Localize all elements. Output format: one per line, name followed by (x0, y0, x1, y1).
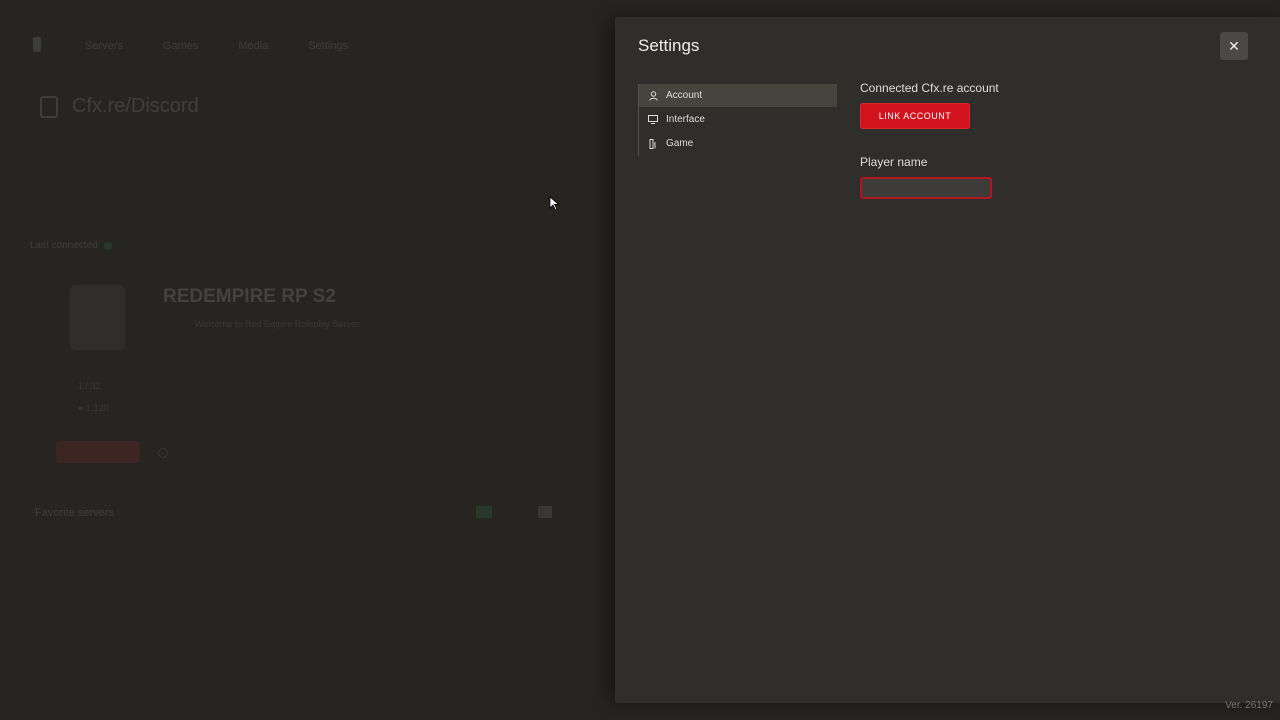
close-button[interactable]: ✕ (1220, 32, 1248, 60)
server-stats: 1 / 32 ● 1,120 (78, 375, 108, 419)
nav-games: Games (162, 40, 199, 52)
hero-title: Cfx.re/Discord (72, 95, 199, 117)
server-description: Welcome to Red Empire Roleplay Server (195, 319, 359, 329)
linked-account-label: Connected Cfx.re account (860, 81, 999, 95)
player-name-label: Player name (860, 155, 928, 169)
connect-button (56, 441, 140, 463)
account-settings: Connected Cfx.re account LINK ACCOUNT Pl… (860, 81, 999, 199)
user-icon (648, 90, 658, 101)
top-nav: Servers Games Media Settings (85, 40, 348, 52)
nav-media: Media (238, 40, 269, 52)
link-account-button[interactable]: LINK ACCOUNT (860, 103, 970, 129)
nav-settings: Settings (308, 40, 349, 52)
menu-label-account: Account (666, 90, 703, 101)
upvote-count: ● 1,120 (78, 403, 109, 413)
server-name: REDEMPIRE RP S2 (163, 286, 336, 307)
menu-label-game: Game (666, 138, 694, 149)
mouse-cursor-icon (549, 196, 560, 211)
status-dot-icon (103, 241, 112, 250)
settings-menu: Account Interface Game (638, 84, 837, 156)
close-icon: ✕ (1228, 37, 1240, 54)
app-logo (33, 37, 41, 52)
list-header: Favorite servers (35, 507, 114, 519)
settings-title: Settings (638, 36, 700, 55)
settings-panel: Settings ✕ Account Interface Game Connec… (615, 17, 1280, 703)
player-count: 1 / 32 (78, 381, 101, 391)
server-avatar (70, 285, 125, 350)
version-label: Ver. 26197 (1225, 700, 1273, 711)
menu-item-game[interactable]: Game (639, 132, 837, 155)
game-icon (648, 138, 658, 149)
menu-label-interface: Interface (666, 114, 705, 125)
nav-servers: Servers (85, 40, 123, 52)
menu-item-interface[interactable]: Interface (639, 108, 837, 131)
section-label: Last connected (30, 240, 98, 251)
hero-icon (40, 95, 58, 118)
menu-item-account[interactable]: Account (639, 84, 837, 107)
chip-green-icon (476, 506, 492, 518)
monitor-icon (648, 115, 658, 125)
hero-banner: Cfx.re/Discord (40, 95, 199, 118)
player-name-input[interactable] (860, 177, 992, 199)
last-connected-label: Last connected (30, 240, 112, 251)
chip-grey-icon (538, 506, 552, 518)
info-icon (158, 448, 168, 458)
